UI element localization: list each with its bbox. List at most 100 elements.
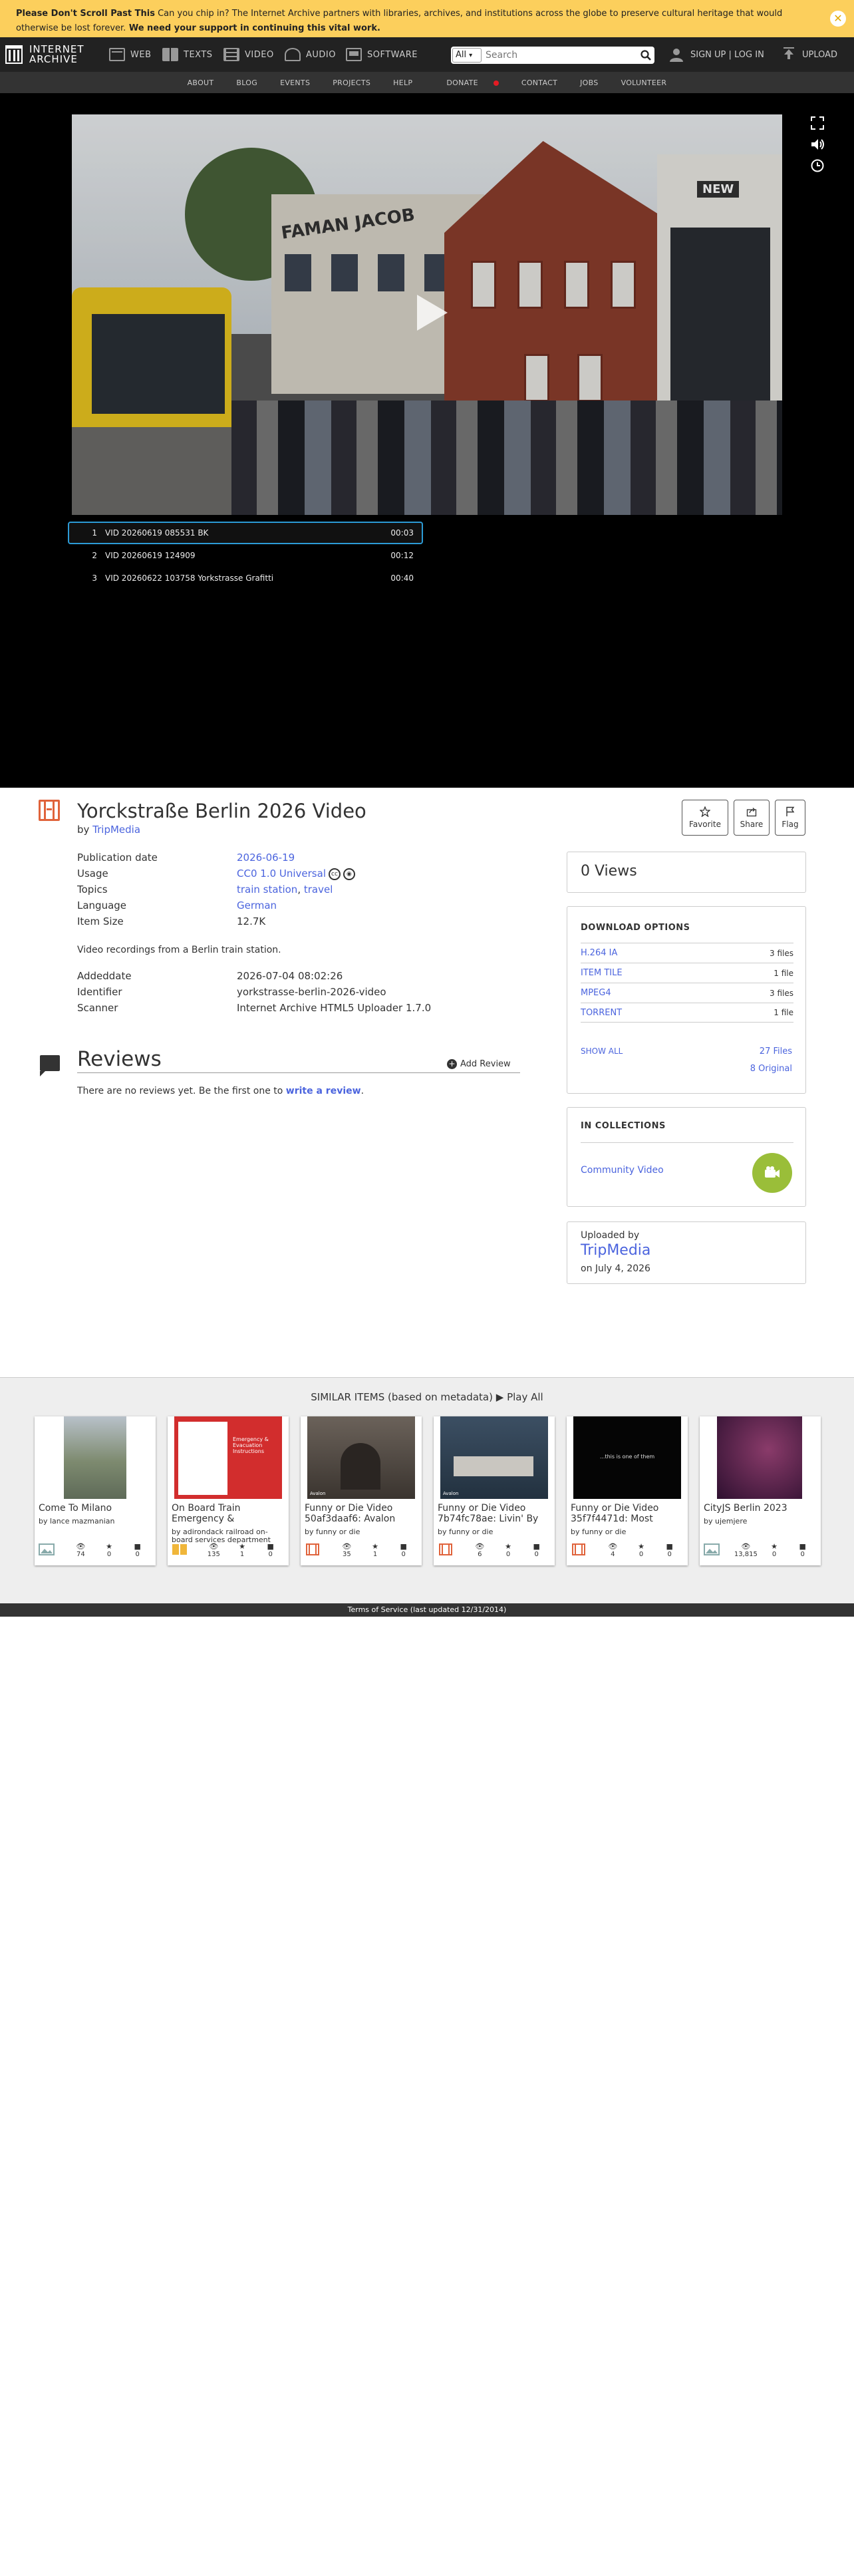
similar-items: SIMILAR ITEMS (based on metadata) ▶ Play…	[0, 1377, 854, 1603]
playlist: 1 VID 20260619 085531 BK 00:03 2 VID 202…	[68, 522, 423, 589]
views-panel: 0 Views	[567, 852, 806, 893]
book-icon	[162, 48, 178, 61]
share-label: Share	[740, 820, 764, 829]
share-button[interactable]: Share	[734, 800, 770, 836]
similar-item-creator: by lance mazmanian	[39, 1517, 115, 1526]
subnav-about[interactable]: ABOUT	[176, 79, 225, 87]
flag-label: Flag	[782, 820, 799, 829]
search-scope-select[interactable]: All	[452, 48, 482, 63]
download-row[interactable]: H.264 IA 3 files	[581, 943, 793, 963]
subnav-contact[interactable]: CONTACT	[510, 79, 569, 87]
subnav-events[interactable]: EVENTS	[269, 79, 321, 87]
collection-badge[interactable]	[752, 1153, 792, 1193]
similar-item-card[interactable]: Avalon Funny or Die Video 7b74fc78ae: Li…	[434, 1416, 555, 1565]
total-files-link[interactable]: 27 Files	[760, 1046, 792, 1056]
subnav-projects[interactable]: PROJECTS	[321, 79, 382, 87]
video-theater: FAMAN JACOB NEW 1 VID 20260619 085531 BK…	[0, 93, 854, 788]
meta-label: Publication date	[77, 852, 158, 864]
subnav-donate[interactable]: DONATE	[424, 79, 510, 87]
top-nav: INTERNET ARCHIVE WEB TEXTS VIDEO AUDIO S…	[0, 37, 854, 72]
playlist-item-title: VID 20260622 103758 Yorkstrasse Grafitti	[105, 573, 274, 583]
topic-link[interactable]: travel	[304, 884, 333, 895]
speed-button[interactable]	[809, 157, 826, 174]
meta-value-link[interactable]: 2026-06-19	[237, 852, 295, 864]
video-player[interactable]: FAMAN JACOB NEW	[72, 114, 782, 515]
play-all-button[interactable]: ▶ Play All	[496, 1391, 543, 1403]
subnav-jobs[interactable]: JOBS	[569, 79, 609, 87]
thumbnail-caption: Emergency & Evacuation Instructions	[233, 1436, 269, 1454]
license-link[interactable]: CC0 1.0 Universal	[237, 868, 326, 880]
nav-video[interactable]: VIDEO	[223, 47, 274, 63]
comment-icon: ■	[134, 1542, 141, 1551]
meta-addeddate: Addeddate 2026-07-04 08:02:26	[77, 970, 343, 982]
play-button[interactable]	[408, 291, 452, 335]
meta-label: Language	[77, 899, 127, 911]
thumbnail-caption: Avalon	[443, 1491, 459, 1496]
volume-button[interactable]	[809, 136, 826, 153]
original-files-link[interactable]: 8 Original	[750, 1064, 792, 1074]
creator-link[interactable]: TripMedia	[92, 824, 140, 836]
playlist-item[interactable]: 2 VID 20260619 124909 00:12	[68, 544, 423, 567]
download-count: 1 file	[774, 968, 793, 978]
topic-link[interactable]: train station	[237, 884, 297, 895]
banner-lead: Please Don't Scroll Past This	[16, 9, 155, 19]
views-stat: 👁 35	[333, 1543, 361, 1559]
download-format: H.264 IA	[581, 948, 618, 958]
reviews-stat: ■ 0	[522, 1543, 551, 1559]
image-icon	[704, 1543, 720, 1555]
banner-strong: We need your support in continuing this …	[126, 23, 380, 33]
views-count: 0 Views	[581, 863, 637, 880]
similar-items-title: SIMILAR ITEMS (based on metadata)	[311, 1391, 493, 1403]
flag-button[interactable]: Flag	[775, 800, 805, 836]
similar-item-card[interactable]: ...this is one of them Funny or Die Vide…	[567, 1416, 688, 1565]
film-icon	[572, 1543, 585, 1555]
uploader-link[interactable]: TripMedia	[581, 1242, 650, 1259]
search-button[interactable]	[637, 47, 654, 63]
subnav-volunteer[interactable]: VOLUNTEER	[610, 79, 678, 87]
favorites-stat: ★ 0	[95, 1543, 124, 1559]
close-icon[interactable]: ✕	[830, 11, 846, 27]
sign-in-link[interactable]: SIGN UP | LOG IN	[669, 47, 764, 63]
collection-link[interactable]: Community Video	[581, 1165, 664, 1176]
terms-footer[interactable]: Terms of Service (last updated 12/31/201…	[0, 1603, 854, 1617]
download-row[interactable]: TORRENT 1 file	[581, 1003, 793, 1023]
item-creator-line: by TripMedia	[77, 824, 140, 836]
subnav-help[interactable]: HELP	[382, 79, 424, 87]
nav-web[interactable]: WEB	[109, 47, 152, 63]
similar-item-card[interactable]: Avalon Funny or Die Video 50af3daaf6: Av…	[301, 1416, 422, 1565]
nav-audio[interactable]: AUDIO	[285, 47, 336, 63]
playlist-item-number: 1	[92, 528, 97, 538]
language-link[interactable]: German	[237, 899, 277, 911]
meta-value: Internet Archive HTML5 Uploader 1.7.0	[237, 1002, 432, 1014]
similar-item-thumbnail	[64, 1416, 126, 1499]
meta-value: yorkstrasse-berlin-2026-video	[237, 986, 386, 998]
subnav-blog[interactable]: BLOG	[225, 79, 269, 87]
write-review-link[interactable]: write a review	[286, 1086, 361, 1096]
playlist-item[interactable]: 3 VID 20260622 103758 Yorkstrasse Grafit…	[68, 567, 423, 589]
download-row[interactable]: ITEM TILE 1 file	[581, 963, 793, 983]
clock-icon	[811, 159, 824, 172]
similar-item-card[interactable]: Come To Milano by lance mazmanian 👁 74 ★ 0…	[35, 1416, 156, 1565]
show-all-link[interactable]: SHOW ALL	[581, 1046, 623, 1056]
favorite-button[interactable]: Favorite	[682, 800, 728, 836]
add-review-button[interactable]: + Add Review	[447, 1059, 511, 1069]
attribution-icon: ◉	[343, 868, 355, 880]
similar-item-thumbnail	[717, 1416, 802, 1499]
similar-item-stats: 👁 13,815 ★ 0 ■ 0	[704, 1540, 817, 1559]
search-input[interactable]	[482, 47, 637, 63]
user-icon	[670, 49, 683, 62]
nav-texts[interactable]: TEXTS	[162, 47, 213, 63]
star-icon: ★	[106, 1542, 112, 1551]
upload-button[interactable]: UPLOAD	[782, 47, 837, 63]
download-format: MPEG4	[581, 988, 611, 998]
similar-item-card[interactable]: CityJS Berlin 2023 by ujemjere 👁 13,815 ★…	[700, 1416, 821, 1565]
playlist-item[interactable]: 1 VID 20260619 085531 BK 00:03	[68, 522, 423, 544]
download-row[interactable]: MPEG4 3 files	[581, 983, 793, 1003]
terms-link[interactable]: Terms of Service (last updated 12/31/201…	[348, 1605, 507, 1614]
similar-item-card[interactable]: Emergency & Evacuation Instructions On B…	[168, 1416, 289, 1565]
views-stat: 👁 135	[200, 1543, 228, 1559]
similar-item-stats: 👁 6 ★ 0 ■ 0	[438, 1540, 551, 1559]
internet-archive-logo[interactable]: INTERNET ARCHIVE	[5, 43, 84, 66]
nav-software[interactable]: SOFTWARE	[346, 47, 418, 63]
fullscreen-button[interactable]	[809, 114, 826, 132]
